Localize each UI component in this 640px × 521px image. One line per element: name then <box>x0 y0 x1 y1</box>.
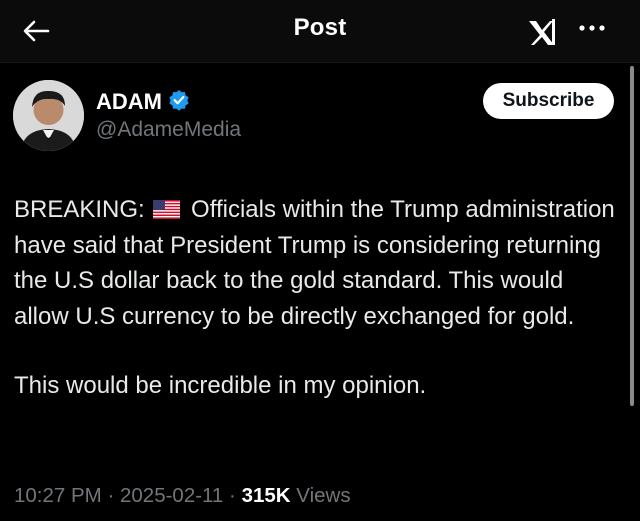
more-options-button[interactable] <box>572 14 612 46</box>
post-detail-page: Post ADAM @AdameMedia Subscribe BREAKING… <box>0 0 640 521</box>
post-time[interactable]: 10:27 PM <box>14 484 102 507</box>
grok-button[interactable] <box>522 12 562 52</box>
post-paragraph-1: BREAKING: Officials within the Trump adm… <box>14 192 624 334</box>
avatar[interactable] <box>13 80 84 151</box>
us-flag-icon <box>153 194 181 219</box>
views-label: Views <box>296 484 351 507</box>
scrollbar[interactable] <box>630 66 634 406</box>
top-bar: Post <box>0 0 640 63</box>
breaking-prefix: BREAKING: <box>14 196 145 223</box>
meta-separator: · <box>107 484 115 507</box>
post-text: BREAKING: Officials within the Trump adm… <box>14 192 624 404</box>
subscribe-button[interactable]: Subscribe <box>483 83 614 119</box>
post-meta: 10:27 PM · 2025-02-11 · 315K Views <box>14 484 351 508</box>
avatar-image <box>13 80 84 151</box>
meta-separator: · <box>229 484 236 507</box>
author-display-name[interactable]: ADAM <box>96 89 162 115</box>
verified-badge-icon[interactable] <box>168 89 190 116</box>
author-handle[interactable]: @AdameMedia <box>96 118 241 142</box>
views-count[interactable]: 315K <box>242 484 291 507</box>
author-name-row: ADAM <box>96 88 190 116</box>
post-date[interactable]: 2025-02-11 <box>120 484 223 507</box>
post-paragraph-2: This would be incredible in my opinion. <box>14 372 427 399</box>
